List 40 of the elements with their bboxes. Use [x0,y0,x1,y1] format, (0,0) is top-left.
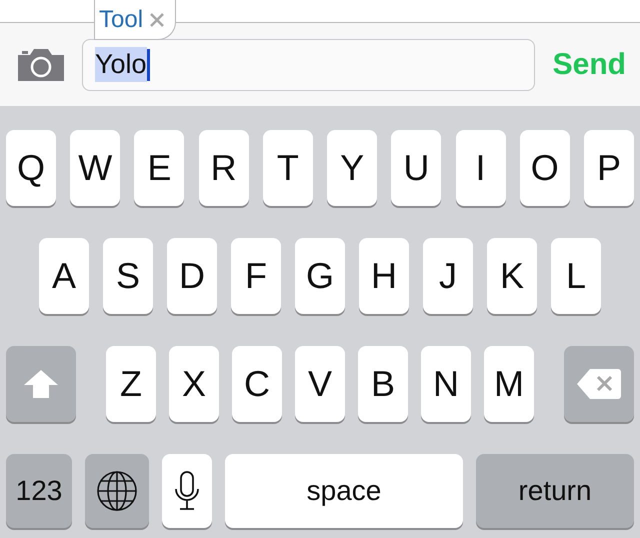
letter-key[interactable]: B [358,346,408,422]
letter-key[interactable]: K [487,238,537,314]
letter-key[interactable]: H [359,238,409,314]
microphone-icon [174,471,200,511]
letter-key[interactable]: T [262,130,313,206]
globe-icon [96,470,138,512]
return-key[interactable]: return [476,454,634,528]
letter-key[interactable]: M [484,346,534,422]
letter-key[interactable]: X [169,346,219,422]
letter-key[interactable]: G [295,238,345,314]
letter-key[interactable]: I [456,130,506,206]
letter-key[interactable]: V [295,346,345,422]
letter-key[interactable]: W [70,130,120,206]
letter-key[interactable]: E [134,130,184,206]
letter-key[interactable]: Q [6,130,56,206]
letter-key[interactable]: C [232,346,282,422]
delete-key[interactable] [564,346,634,422]
letter-key[interactable]: L [551,238,601,314]
letter-key[interactable]: J [423,238,473,314]
letter-key[interactable]: N [421,346,471,422]
letter-key[interactable]: A [39,238,89,314]
letter-key[interactable]: O [520,130,570,206]
letter-key[interactable]: U [391,130,442,206]
letter-key[interactable]: P [584,130,634,206]
letter-key[interactable]: F [231,238,281,314]
space-key[interactable]: space [225,454,463,528]
letter-key[interactable]: R [198,130,249,206]
letter-key[interactable]: Y [327,130,378,206]
microphone-key[interactable] [162,454,212,528]
letter-key[interactable]: S [103,238,153,314]
shift-icon [23,369,59,399]
message-field[interactable]: Yolo [82,38,535,90]
delete-icon [576,368,622,400]
globe-key[interactable] [85,454,149,528]
suggestion-popover[interactable]: Tool [94,0,176,40]
letter-key[interactable]: D [167,238,217,314]
close-icon[interactable] [149,12,166,28]
camera-icon[interactable] [16,46,66,82]
letter-key[interactable]: Z [106,346,156,422]
numbers-key[interactable]: 123 [6,454,72,528]
